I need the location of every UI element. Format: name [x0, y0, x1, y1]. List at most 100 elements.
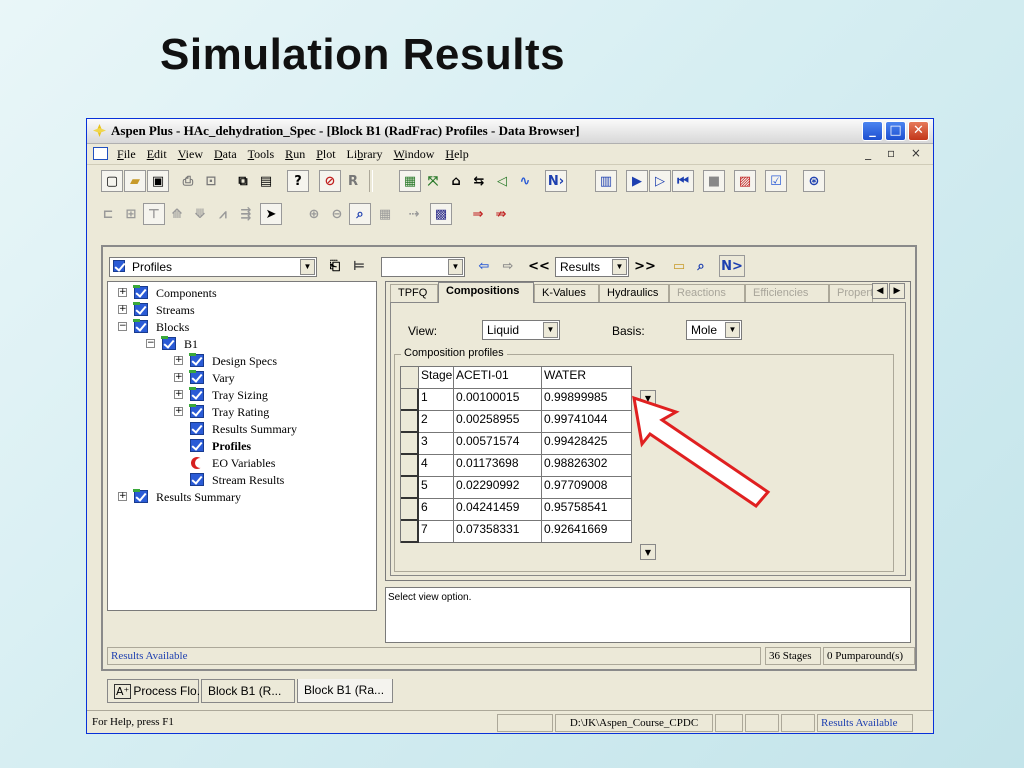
row-selector[interactable] [401, 499, 419, 521]
results-icon[interactable]: ▨ [734, 170, 756, 192]
grid-cell[interactable]: 0.01173698 [454, 455, 542, 477]
row-selector[interactable] [401, 411, 419, 433]
dropdown-arrow-icon[interactable]: ▼ [448, 259, 463, 275]
rotate-icon[interactable]: ⟰ [166, 203, 188, 225]
align-icon[interactable]: ⊏ [97, 203, 119, 225]
insert-block-icon[interactable]: ⇏ [490, 203, 512, 225]
composition-grid[interactable]: Stage ACETI-01 WATER 1 0.00100015 0.99899985 2… [400, 366, 632, 543]
grid-cell[interactable]: 0.04241459 [454, 499, 542, 521]
grid-cell[interactable]: 0.00571574 [454, 433, 542, 455]
tab-tpfq[interactable]: TPFQ [390, 284, 438, 302]
grid-cell[interactable]: 0.98826302 [542, 455, 632, 477]
copy-icon[interactable]: ⧉ [232, 170, 254, 192]
print-icon[interactable]: ⎙ [177, 170, 199, 192]
check-results-icon[interactable]: ☑ [765, 170, 787, 192]
print-preview-icon[interactable]: ⊡ [200, 170, 222, 192]
row-selector[interactable] [401, 389, 419, 411]
grid-cell[interactable]: 6 [419, 499, 454, 521]
grid-cell[interactable]: 0.02290992 [454, 477, 542, 499]
menu-item[interactable]: Library [347, 147, 383, 162]
streams-icon[interactable]: ⇆ [468, 170, 490, 192]
grid-cell[interactable]: 0.07358331 [454, 521, 542, 543]
properties-icon[interactable]: ⌂ [445, 170, 467, 192]
grid-cell[interactable]: 3 [419, 433, 454, 455]
maximize-button[interactable]: □ [885, 121, 906, 141]
snap-icon[interactable]: ⊤ [143, 203, 165, 225]
open-folder-icon[interactable]: ▰ [124, 170, 146, 192]
grid-scroll-down-icon[interactable]: ▼ [640, 544, 656, 560]
tab-k-values[interactable]: K-Values [534, 284, 599, 302]
results-select[interactable]: Results ▼ [555, 257, 629, 277]
grid-cell[interactable]: 0.99428425 [542, 433, 632, 455]
tab-compositions[interactable]: Compositions [438, 282, 534, 303]
tab-block-b1-input[interactable]: Block B1 (R... [201, 679, 295, 703]
grid-cell[interactable]: 7 [419, 521, 454, 543]
sections-icon[interactable]: ▦ [374, 203, 396, 225]
dropdown-arrow-icon[interactable]: ▼ [725, 322, 740, 338]
row-selector[interactable] [401, 455, 419, 477]
navigation-tree[interactable]: + Components + Streams − Blocks − B1 + Design Spe… [107, 281, 377, 611]
zoom-full-icon[interactable]: ⌕ [349, 203, 371, 225]
paste-icon[interactable]: ▤ [255, 170, 277, 192]
menu-item[interactable]: Run [285, 147, 305, 162]
control-panel-icon[interactable]: ▥ [595, 170, 617, 192]
expand-icon[interactable]: + [174, 356, 183, 365]
tab-block-b1-results[interactable]: Block B1 (Ra... [297, 679, 393, 703]
grid-cell[interactable]: 0.00258955 [454, 411, 542, 433]
next-required-button[interactable]: N> [719, 255, 745, 277]
draw-tool-icon[interactable]: ⊘ [319, 170, 341, 192]
grid-cell[interactable]: 0.00100015 [454, 389, 542, 411]
tab-scroll-left-icon[interactable]: ◀ [872, 283, 888, 299]
reinit-icon[interactable]: R [342, 170, 364, 192]
menu-item[interactable]: Data [214, 147, 237, 162]
menu-item[interactable]: View [178, 147, 203, 162]
grid-cell[interactable]: 0.95758541 [542, 499, 632, 521]
expand-icon[interactable]: + [174, 407, 183, 416]
previous-form-button[interactable]: << [527, 255, 551, 277]
menu-item[interactable]: Window [394, 147, 435, 162]
document-icon[interactable] [93, 147, 108, 160]
expand-icon[interactable]: + [174, 390, 183, 399]
tree-toggle-icon[interactable]: ⊨ [349, 255, 369, 277]
select-pointer-icon[interactable]: ➤ [260, 203, 282, 225]
status-icon[interactable]: ⌕ [691, 255, 711, 277]
pfd-icon[interactable]: ⇢ [403, 203, 425, 225]
grid-cell[interactable]: 0.97709008 [542, 477, 632, 499]
expand-icon[interactable]: + [174, 373, 183, 382]
close-button[interactable]: ✕ [908, 121, 929, 141]
up-folder-icon[interactable]: ⎗ [325, 255, 345, 277]
components-icon[interactable]: ⤧ [422, 170, 444, 192]
basis-select[interactable]: Mole ▼ [686, 320, 742, 340]
grid-cell[interactable]: 0.99741044 [542, 411, 632, 433]
expand-icon[interactable]: + [118, 288, 127, 297]
grid-cell[interactable]: 5 [419, 477, 454, 499]
exchange-icon[interactable]: ⇶ [235, 203, 257, 225]
grid-cell[interactable]: 2 [419, 411, 454, 433]
next-icon[interactable]: N› [545, 170, 567, 192]
row-selector[interactable] [401, 521, 419, 543]
comments-icon[interactable]: ▭ [669, 255, 689, 277]
menu-item[interactable]: Edit [147, 147, 167, 162]
tab-hydraulics[interactable]: Hydraulics [599, 284, 669, 302]
mirror-icon[interactable]: ⩘ [212, 203, 234, 225]
insert-stream-icon[interactable]: ⇒ [467, 203, 489, 225]
stop-icon[interactable]: ⏮ [672, 170, 694, 192]
zoom-out-icon[interactable]: ⊖ [326, 203, 348, 225]
zoom-in-icon[interactable]: ⊕ [303, 203, 325, 225]
menu-item[interactable]: File [117, 147, 136, 162]
forward-arrow-icon[interactable]: ⇨ [497, 255, 519, 277]
dropdown-arrow-icon[interactable]: ▼ [543, 322, 558, 338]
dropdown-arrow-icon[interactable]: ▼ [612, 259, 627, 275]
display-options-icon[interactable]: ▩ [430, 203, 452, 225]
row-selector[interactable] [401, 433, 419, 455]
row-selector[interactable] [401, 477, 419, 499]
menu-item[interactable]: Plot [316, 147, 335, 162]
grid-cell[interactable]: 4 [419, 455, 454, 477]
mdi-window-controls[interactable]: _ ▫ × [865, 146, 927, 160]
tab-process-flowsheet[interactable]: A⁺ Process Flo... [107, 679, 207, 703]
grid-cell[interactable]: 0.99899985 [542, 389, 632, 411]
tab-scroll-right-icon[interactable]: ▶ [889, 283, 905, 299]
next-form-button[interactable]: >> [633, 255, 657, 277]
grid-icon[interactable]: ⊞ [120, 203, 142, 225]
grid-cell[interactable]: 1 [419, 389, 454, 411]
